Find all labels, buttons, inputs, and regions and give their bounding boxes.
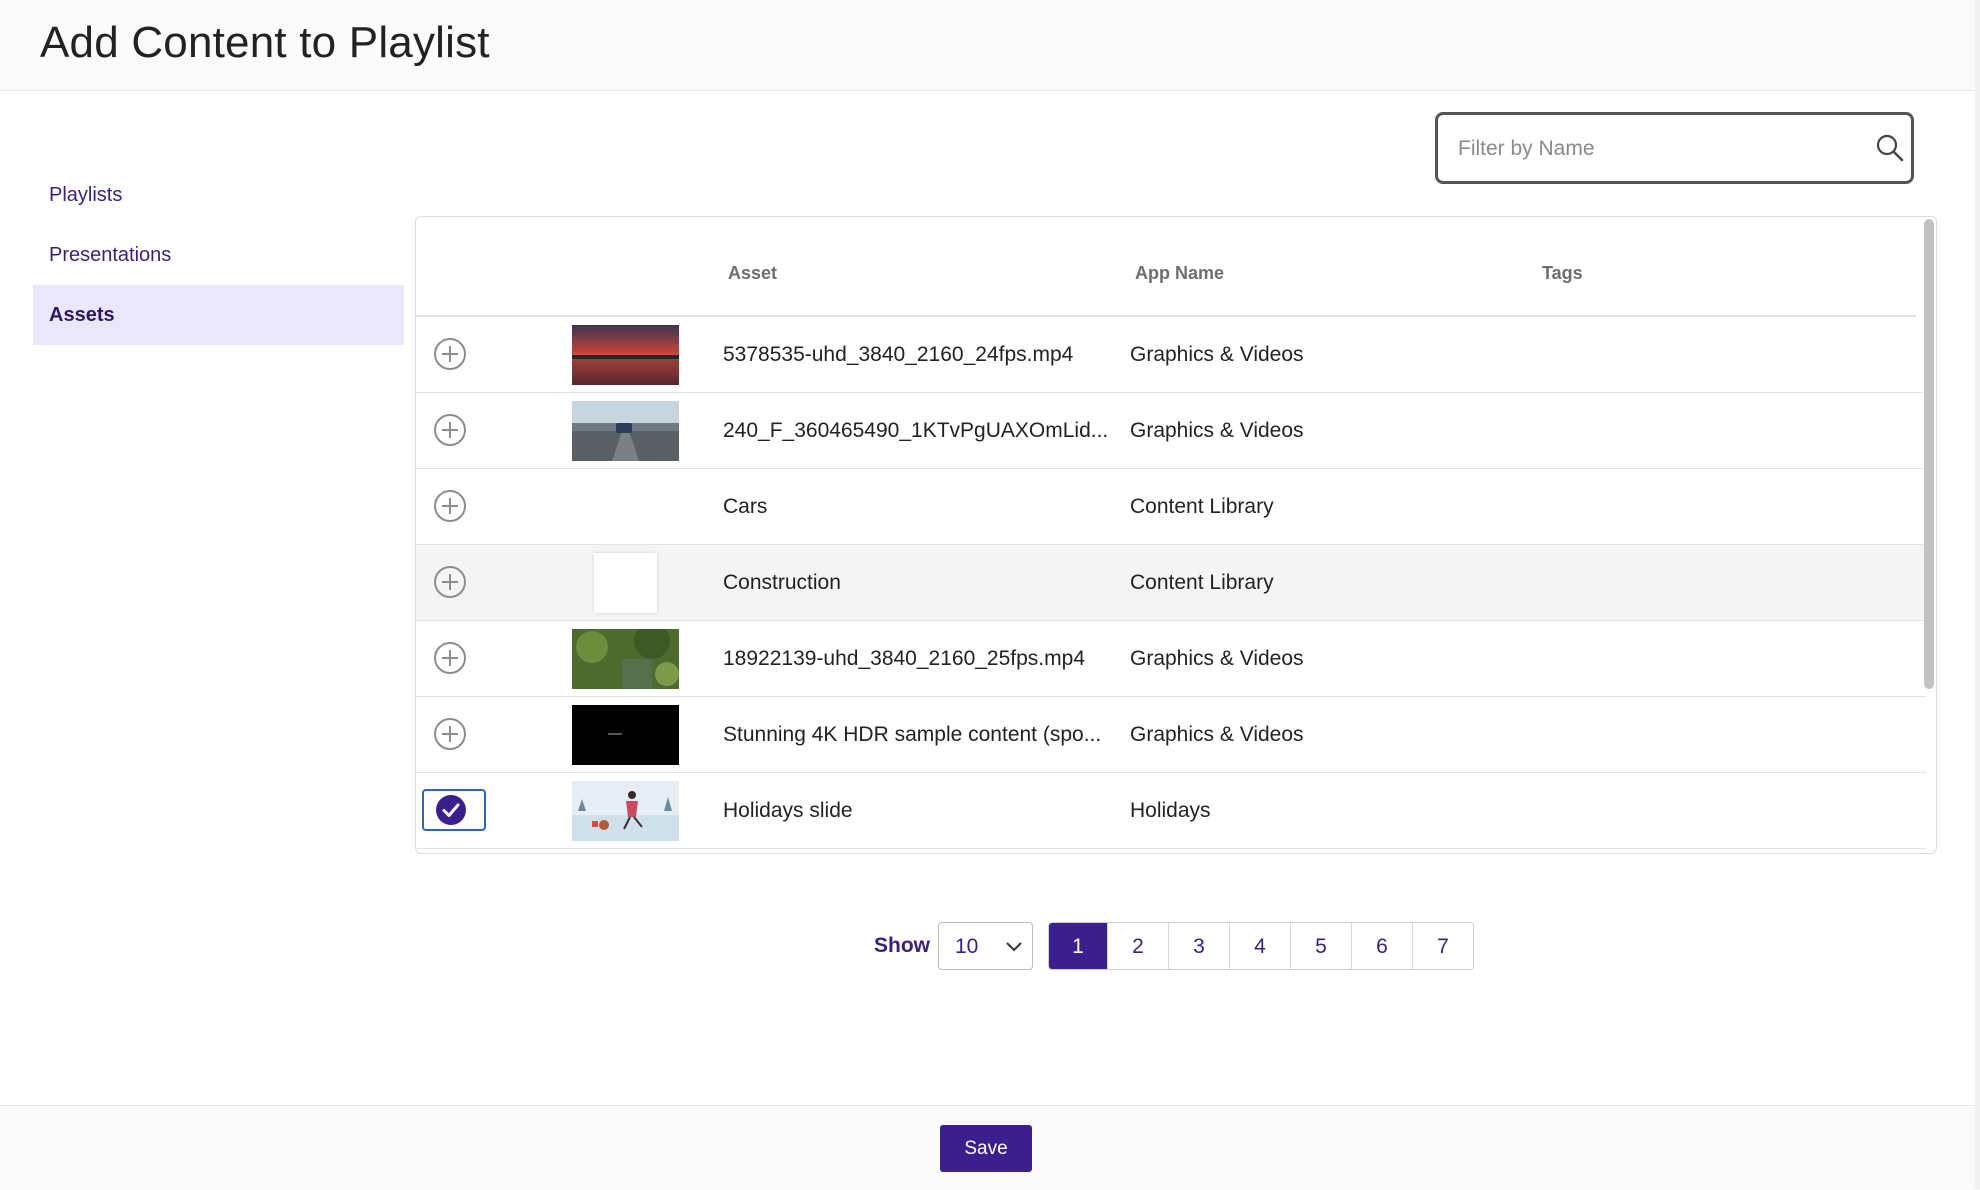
sidebar-item-label: Assets	[49, 303, 115, 326]
column-header-asset[interactable]: Asset	[728, 263, 777, 284]
selected-checkbox[interactable]	[422, 789, 486, 831]
table-row[interactable]: Stunning 4K HDR sample content (spo... G…	[416, 697, 1926, 773]
asset-name: Stunning 4K HDR sample content (spo...	[723, 723, 1102, 746]
app-name: Graphics & Videos	[1130, 343, 1304, 366]
add-icon[interactable]	[434, 338, 466, 370]
page-button-5[interactable]: 5	[1290, 923, 1351, 969]
page-button-2[interactable]: 2	[1107, 923, 1168, 969]
asset-thumbnail	[572, 325, 679, 385]
table-row[interactable]: Cars Content Library	[416, 469, 1926, 545]
page-size-select[interactable]: 10	[938, 922, 1033, 970]
app-name: Content Library	[1130, 571, 1274, 594]
add-icon[interactable]	[434, 490, 466, 522]
page-title: Add Content to Playlist	[40, 18, 490, 67]
page-button-7[interactable]: 7	[1412, 923, 1473, 969]
app-name: Holidays	[1130, 799, 1211, 822]
window-edge	[1975, 0, 1980, 1189]
sidebar-item-label: Playlists	[49, 183, 123, 206]
chevron-down-icon	[1006, 942, 1022, 952]
page-header: Add Content to Playlist	[0, 0, 1980, 91]
sidebar-item-assets[interactable]: Assets	[33, 285, 404, 345]
table-row[interactable]: 18922139-uhd_3840_2160_25fps.mp4 Graphic…	[416, 621, 1926, 697]
sidebar-item-label: Presentations	[49, 243, 172, 266]
column-header-app-name[interactable]: App Name	[1135, 263, 1224, 284]
app-name: Graphics & Videos	[1130, 419, 1304, 442]
page-buttons: 1 2 3 4 5 6 7	[1048, 922, 1474, 970]
asset-thumbnail	[594, 553, 657, 613]
add-icon[interactable]	[434, 414, 466, 446]
asset-name: 240_F_360465490_1KTvPgUAXOmLid...	[723, 419, 1109, 442]
add-icon[interactable]	[434, 642, 466, 674]
page-button-4[interactable]: 4	[1229, 923, 1290, 969]
sidebar-item-playlists[interactable]: Playlists	[33, 165, 404, 225]
show-label: Show	[874, 934, 930, 957]
filter-by-name-input[interactable]	[1456, 115, 1840, 183]
table-row[interactable]: Holidays slide Holidays	[416, 773, 1926, 849]
sidebar-item-presentations[interactable]: Presentations	[33, 225, 404, 285]
search-icon[interactable]	[1875, 133, 1905, 163]
asset-name: Cars	[723, 495, 768, 518]
asset-name: 18922139-uhd_3840_2160_25fps.mp4	[723, 647, 1085, 670]
filter-box	[1435, 112, 1914, 184]
page-button-6[interactable]: 6	[1351, 923, 1412, 969]
footer-bar: Save	[0, 1105, 1980, 1190]
page-button-1[interactable]: 1	[1049, 923, 1107, 969]
table-row[interactable]: Construction Content Library	[416, 545, 1926, 621]
pagination-bar: Show 10 1 2 3 4 5 6 7	[0, 922, 1980, 972]
app-name: Content Library	[1130, 495, 1274, 518]
save-button[interactable]: Save	[940, 1125, 1032, 1172]
page-size-value: 10	[955, 935, 979, 958]
asset-name: Construction	[723, 571, 841, 594]
page-button-3[interactable]: 3	[1168, 923, 1229, 969]
table-row[interactable]: 5378535-uhd_3840_2160_24fps.mp4 Graphics…	[416, 317, 1926, 393]
app-name: Graphics & Videos	[1130, 647, 1304, 670]
column-header-tags[interactable]: Tags	[1542, 263, 1583, 284]
table-row[interactable]: 240_F_360465490_1KTvPgUAXOmLid... Graphi…	[416, 393, 1926, 469]
table-scrollbar[interactable]	[1924, 219, 1934, 689]
asset-name: Holidays slide	[723, 799, 853, 822]
add-icon[interactable]	[434, 718, 466, 750]
asset-thumbnail	[572, 705, 679, 765]
assets-table: Asset App Name Tags 5378535-uhd_3840_216…	[415, 216, 1937, 854]
add-icon[interactable]	[434, 566, 466, 598]
asset-name: 5378535-uhd_3840_2160_24fps.mp4	[723, 343, 1074, 366]
asset-thumbnail	[572, 781, 679, 841]
asset-thumbnail	[572, 401, 679, 461]
table-header: Asset App Name Tags	[416, 217, 1916, 317]
asset-thumbnail	[572, 629, 679, 689]
sidebar-nav: Playlists Presentations Assets	[33, 165, 404, 345]
app-name: Graphics & Videos	[1130, 723, 1304, 746]
check-icon	[436, 795, 466, 825]
